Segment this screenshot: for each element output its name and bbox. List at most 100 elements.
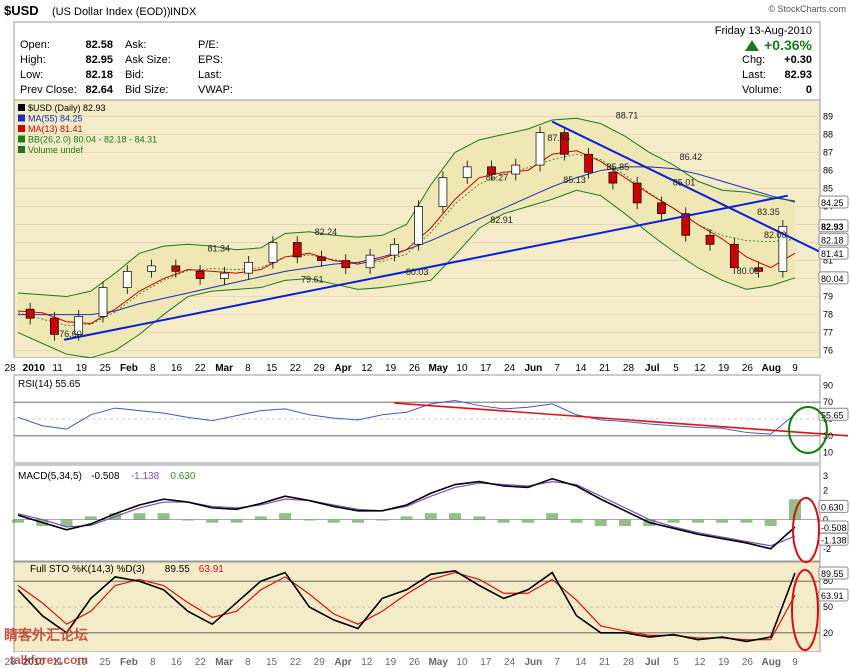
price-annotation: 82.91 <box>490 215 513 225</box>
rsi-tag: 55.65 <box>818 407 849 421</box>
candle-body <box>657 202 666 215</box>
y-tick-label: 78 <box>823 310 833 320</box>
macd-histogram-bar <box>12 519 24 523</box>
candle-body <box>50 317 59 335</box>
x-tick-label: 19 <box>76 363 88 374</box>
x-tick-label: 29 <box>314 657 326 668</box>
macd-histogram-bar <box>570 519 583 523</box>
x-tick-label: 8 <box>245 363 251 374</box>
x-tick-label: 7 <box>554 657 560 668</box>
price-tag: 82.18 <box>818 232 849 246</box>
candle-body <box>220 272 229 279</box>
legend-entry: MA(13) 81.41 <box>28 124 83 134</box>
macd-histogram-bar <box>667 519 680 523</box>
x-tick-label: 22 <box>290 657 302 668</box>
y-tick-label: 87 <box>823 147 833 157</box>
macd-histogram-bar <box>206 519 219 523</box>
x-tick-label: Aug <box>761 657 780 668</box>
x-tick-label: 15 <box>266 363 278 374</box>
x-tick-label: 7 <box>554 363 560 374</box>
macd-histogram-bar <box>497 519 510 523</box>
legend-entry: BB(26,2.0) 80.04 - 82.18 - 84.31 <box>28 135 157 145</box>
macd-tag-label: 0.630 <box>821 502 844 512</box>
x-tick-label: 10 <box>456 363 468 374</box>
stoch-tag-label: 89.55 <box>821 569 844 579</box>
macd-histogram-bar <box>303 519 316 521</box>
x-tick-label: 26 <box>742 657 754 668</box>
price-tag: 82.93 <box>818 219 849 233</box>
price-annotation: 87.46 <box>547 133 570 143</box>
quote-value: 82.95 <box>85 54 113 66</box>
legend-swatch <box>18 135 25 143</box>
stoch-legend-entry: Full STO %K(14,3) %D(3) <box>30 564 145 575</box>
candle-body <box>584 153 593 173</box>
candle-body <box>317 256 326 261</box>
exchange-label: INDX <box>170 6 197 18</box>
y-tick-label: 20 <box>823 628 833 638</box>
macd-panel: MACD(5,34,5)-0.508-1.1380.630 3210-1-20.… <box>12 464 849 562</box>
price-annotation: 81.34 <box>207 243 230 253</box>
macd-histogram-bar <box>157 513 170 520</box>
candle-body <box>705 234 715 245</box>
price-annotation: 83.35 <box>757 207 780 217</box>
quote-value: +0.30 <box>784 54 812 66</box>
quote-label: Bid Size: <box>125 84 168 96</box>
x-tick-label: 22 <box>290 363 302 374</box>
x-tick-label: 10 <box>456 657 468 668</box>
source-credit: © StockCharts.com <box>768 4 846 14</box>
quote-label: Volume: <box>742 84 782 96</box>
x-tick-label: 14 <box>575 363 587 374</box>
price-tag-label: 82.18 <box>821 235 844 245</box>
macd-histogram-bar <box>473 516 486 520</box>
y-tick-label: 89 <box>823 111 833 121</box>
date-axis-bottom: 28 2010 11 19 25 Feb 8 16 22 Mar 8 15 22 29 Apr 12 19 26 M… <box>0 652 850 668</box>
quote-label: Ask: <box>125 39 146 51</box>
x-tick-label: 22 <box>195 363 207 374</box>
quote-box: Open: 82.58 High: 82.95 Low: 82.18 Prev Close:… <box>13 21 821 101</box>
rsi-panel: RSI(14) 55.65 907050301055.65 <box>13 374 849 464</box>
y-tick-label: 90 <box>823 380 833 390</box>
y-tick-label: 86 <box>823 165 833 175</box>
quote-date: Friday 13-Aug-2010 <box>715 25 812 37</box>
x-tick-label: 26 <box>409 363 421 374</box>
x-tick-label: Jun <box>524 657 542 668</box>
quote-label: Last: <box>742 69 766 81</box>
stoch-tag-label: 63.91 <box>821 591 844 601</box>
candle-body <box>511 164 521 175</box>
y-tick-label: 2 <box>823 485 828 495</box>
stoch-panel: Full STO %K(14,3) %D(3) 89.55 63.91 805020… <box>13 561 849 653</box>
price-panel: 76.60 81.34 82.24 79.61 80.03 85.27 87.46 82.91… <box>13 99 849 359</box>
quote-label: High: <box>20 54 46 66</box>
candle-body <box>244 261 254 274</box>
quote-label: VWAP: <box>198 84 233 96</box>
macd-histogram-bar <box>594 519 607 526</box>
macd-histogram-bar <box>521 519 534 523</box>
y-tick-label: 85 <box>823 183 833 193</box>
candle-body <box>535 132 545 166</box>
macd-tag: -1.138 <box>818 532 849 546</box>
macd-histogram-bar <box>449 513 462 520</box>
price-annotation: 85.27 <box>486 173 509 183</box>
macd-histogram-bar <box>84 516 97 520</box>
candle-body <box>171 265 181 272</box>
quote-value: 82.93 <box>784 69 812 81</box>
x-tick-label: 25 <box>100 363 112 374</box>
macd-tag: 0.630 <box>818 499 849 513</box>
macd-histogram-bar <box>619 519 632 526</box>
price-tag: 81.41 <box>818 246 849 260</box>
x-tick-label: 12 <box>694 363 706 374</box>
x-tick-label: 19 <box>385 657 397 668</box>
date-axis: 28 2010 11 19 25 Feb 8 16 22 Mar 8 15 22 29 Apr 12 19 26 M… <box>0 358 850 374</box>
candle-body <box>292 242 302 258</box>
quote-value: 82.18 <box>85 69 113 81</box>
x-tick-label: 9 <box>792 363 798 374</box>
y-tick-label: 70 <box>823 397 833 407</box>
x-tick-label: 28 <box>623 363 635 374</box>
macd-histogram-bar <box>230 519 243 523</box>
price-annotation: 85.01 <box>673 177 696 187</box>
x-tick-label: 5 <box>673 657 679 668</box>
macd-legend-entry: -1.138 <box>131 471 160 482</box>
candle-body <box>25 308 35 319</box>
candle-body <box>98 287 108 317</box>
x-tick-label: 9 <box>792 657 798 668</box>
